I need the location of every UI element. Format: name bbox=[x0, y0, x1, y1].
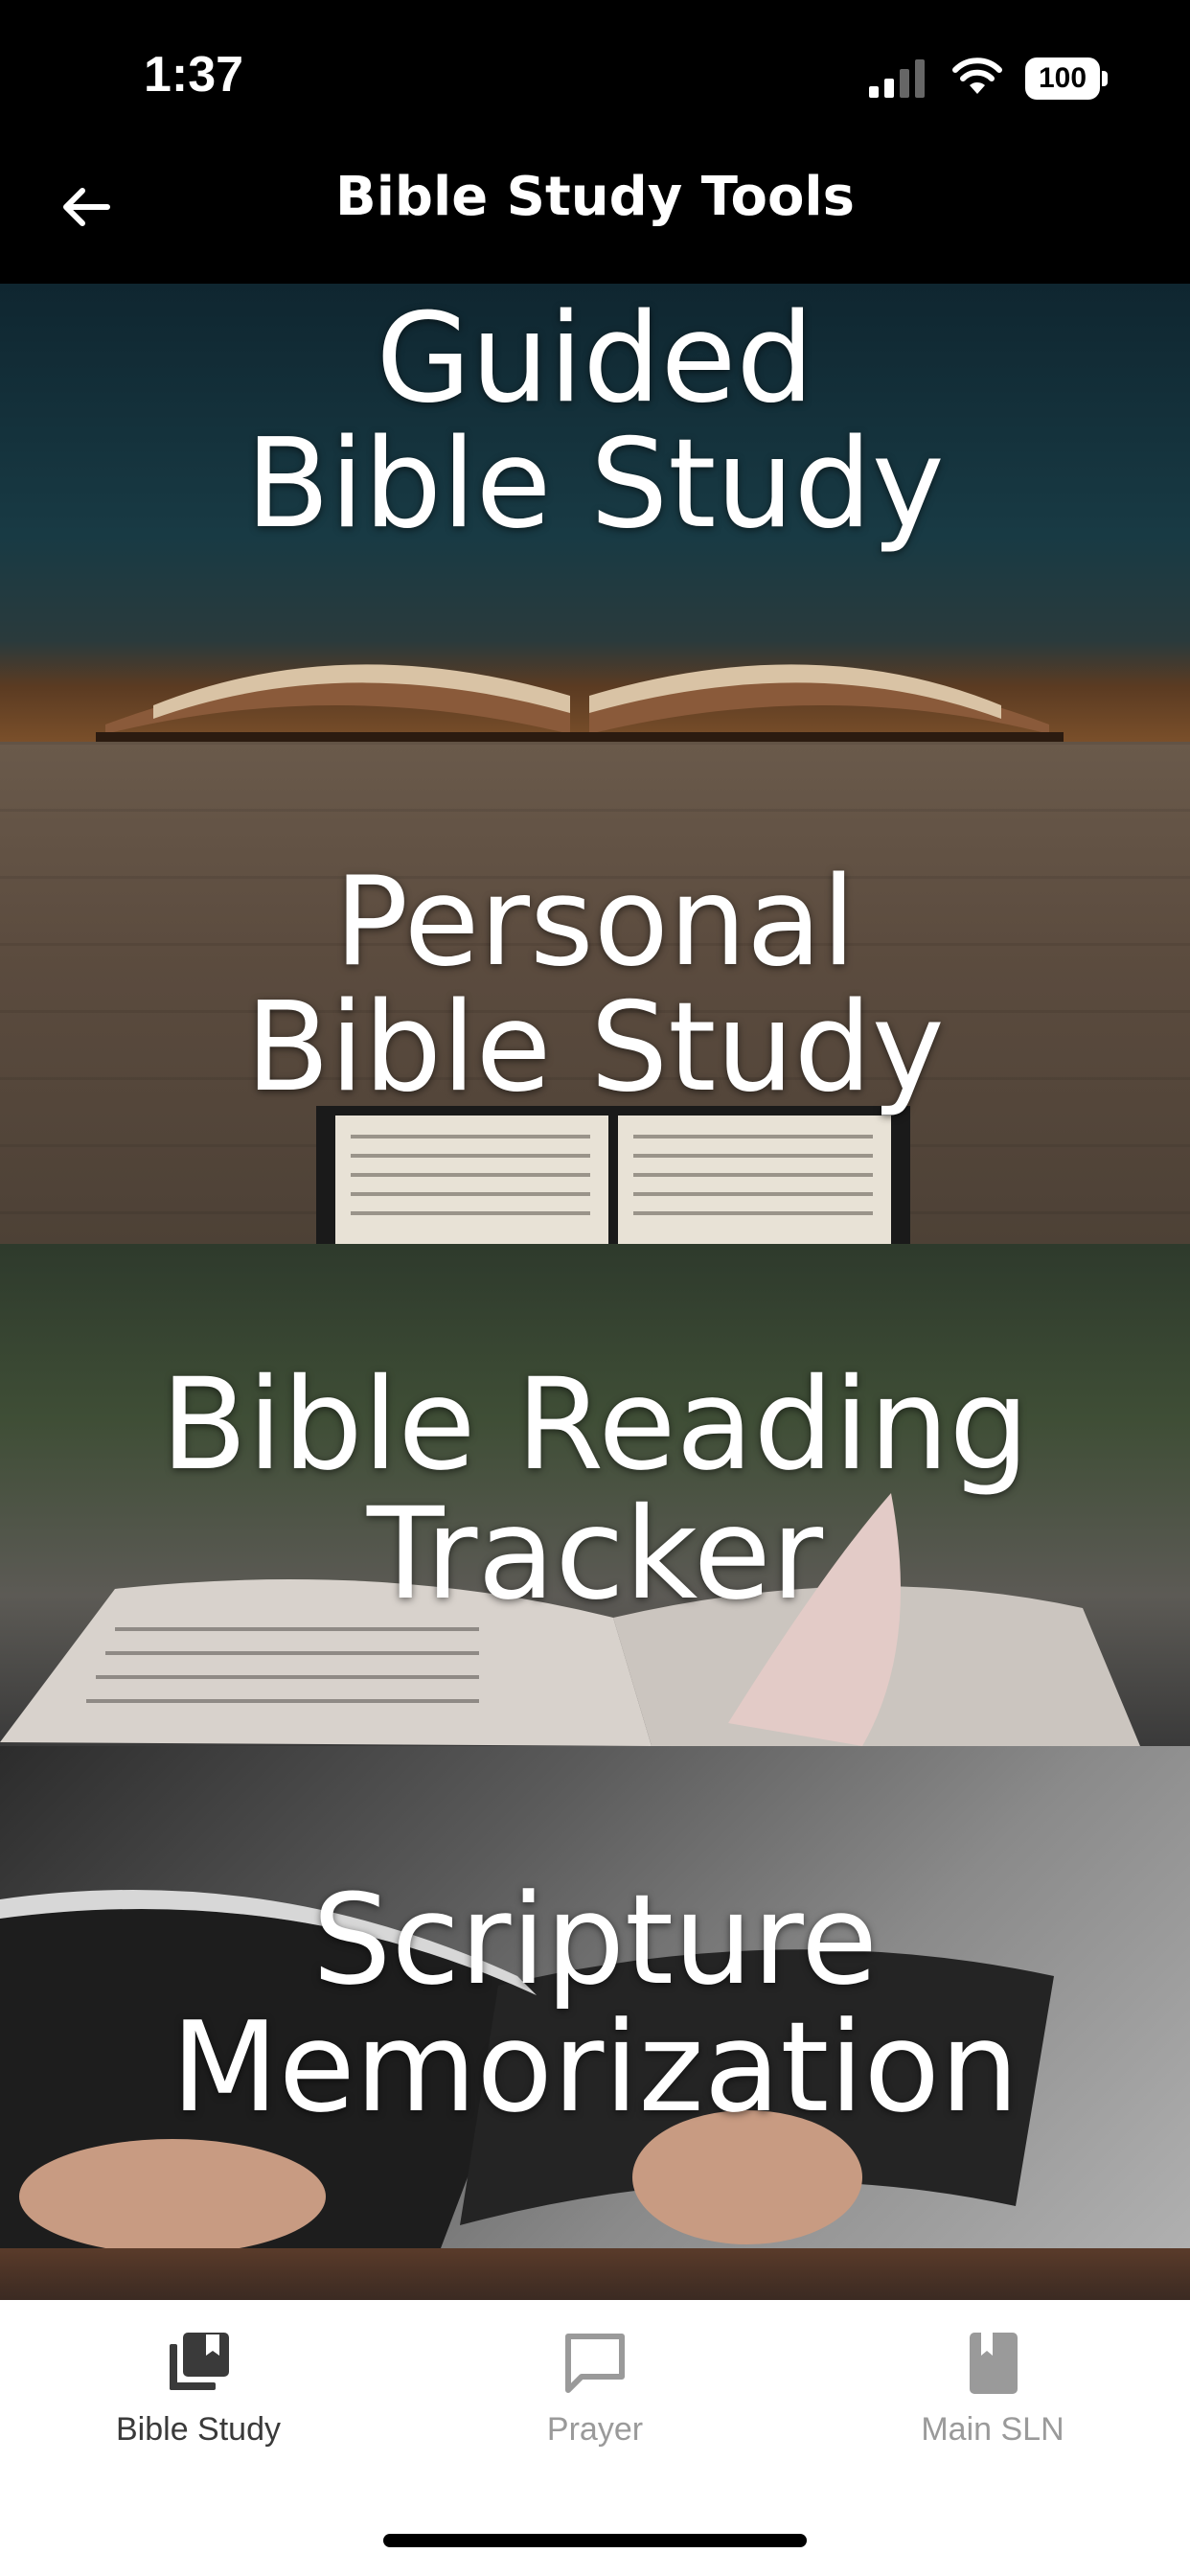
tile-scripture-memorization[interactable]: Scripture Memorization bbox=[0, 1746, 1190, 2248]
tile-title: Scripture Memorization bbox=[0, 1876, 1190, 2130]
tab-label: Bible Study bbox=[116, 2411, 281, 2448]
home-indicator[interactable] bbox=[383, 2534, 807, 2547]
tile-title-line1: Guided bbox=[376, 288, 814, 430]
tile-personal-bible-study[interactable]: Personal Bible Study bbox=[0, 742, 1190, 1244]
tile-title-line1: Personal bbox=[333, 851, 857, 994]
tile-title-line2: Bible Study bbox=[245, 976, 945, 1119]
open-bible-image bbox=[316, 1106, 910, 1244]
tab-prayer[interactable]: Prayer bbox=[451, 2329, 739, 2453]
tile-title: Bible Reading Tracker bbox=[0, 1361, 1190, 1619]
wifi-icon bbox=[952, 58, 1002, 94]
tile-title: Guided Bible Study bbox=[0, 288, 1190, 556]
navigation-bar: Bible Study Tools bbox=[0, 144, 1190, 284]
tab-main-sln[interactable]: Main SLN bbox=[849, 2329, 1136, 2453]
tile-title-line1: Scripture bbox=[311, 1867, 878, 2012]
battery-cap bbox=[1102, 71, 1108, 86]
tile-guided-bible-study[interactable]: Guided Bible Study bbox=[0, 284, 1190, 742]
tile-bible-reading-tracker[interactable]: Bible Reading Tracker bbox=[0, 1244, 1190, 1746]
tab-bar: Bible Study Prayer Main SLN bbox=[0, 2300, 1190, 2576]
chat-bubble-icon bbox=[565, 2334, 625, 2393]
battery-icon: 100 bbox=[1025, 58, 1108, 100]
library-books-icon bbox=[170, 2333, 229, 2390]
page-title: Bible Study Tools bbox=[335, 166, 855, 228]
battery-level: 100 bbox=[1025, 58, 1100, 100]
cellular-signal-icon bbox=[869, 59, 925, 98]
tile-title: Personal Bible Study bbox=[0, 851, 1190, 1119]
status-bar: 1:37 100 bbox=[0, 0, 1190, 144]
tile-title-line2: Tracker bbox=[366, 1480, 824, 1628]
tab-bible-study[interactable]: Bible Study bbox=[55, 2329, 342, 2453]
tile-title-line2: Bible Study bbox=[245, 412, 945, 556]
tile-title-line1: Bible Reading bbox=[160, 1351, 1030, 1499]
tile-partial[interactable] bbox=[0, 2248, 1190, 2300]
back-button[interactable] bbox=[48, 169, 125, 245]
tab-label: Main SLN bbox=[921, 2411, 1064, 2448]
arrow-left-icon bbox=[63, 188, 110, 226]
tile-title-line2: Memorization bbox=[171, 1993, 1019, 2140]
open-bible-image bbox=[96, 664, 1064, 742]
bookmark-book-icon bbox=[970, 2333, 1018, 2394]
status-time: 1:37 bbox=[144, 47, 244, 103]
tab-label: Prayer bbox=[546, 2411, 644, 2448]
